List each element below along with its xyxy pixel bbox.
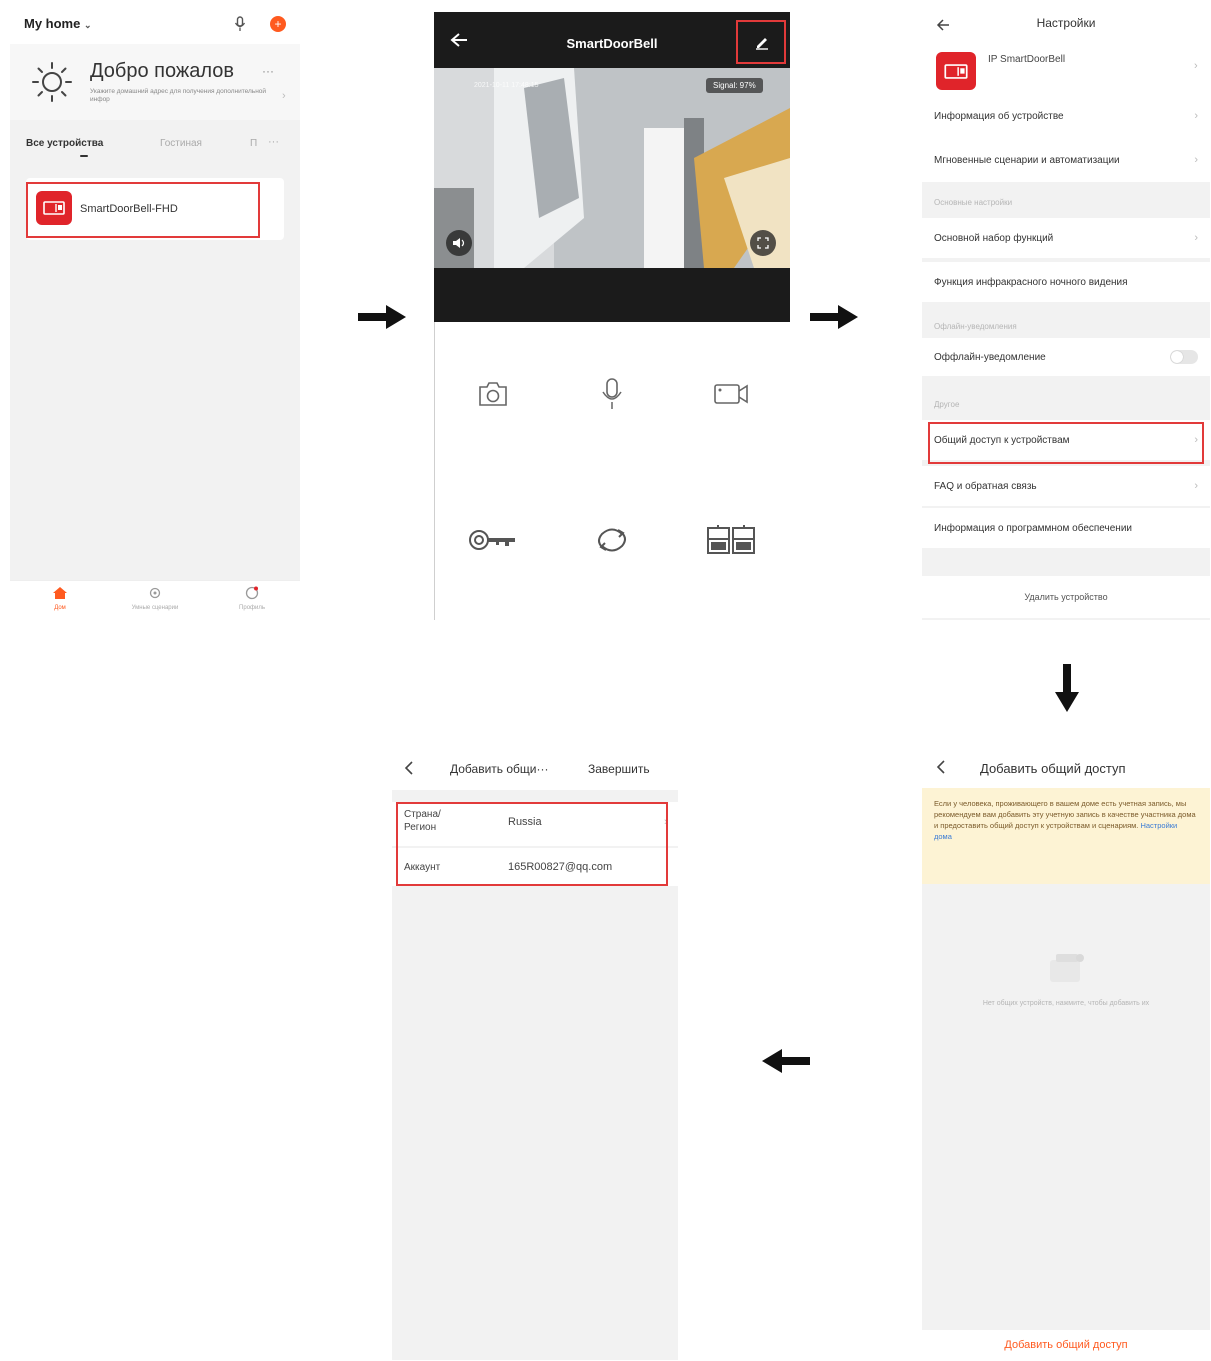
home-screen: My home ⌄ + Добро пожалов ··· Укажите до…	[10, 8, 300, 620]
tab-more[interactable]: П	[250, 138, 257, 149]
chevron-right-icon: ›	[1194, 60, 1198, 72]
add-sharing-screen: Добавить общий доступ Если у человека, п…	[922, 750, 1210, 1360]
add-button[interactable]: +	[270, 16, 286, 32]
highlight-sharing	[928, 422, 1204, 464]
fullscreen-icon[interactable]	[750, 230, 776, 256]
nav-profile[interactable]: Профиль	[232, 586, 272, 611]
timestamp: 2021-10-11 17:48:15	[474, 82, 539, 89]
settings-row-basic-functions[interactable]: Основной набор функций ›	[922, 218, 1210, 258]
arrow-left-icon	[762, 1048, 810, 1079]
chevron-right-icon: ›	[1194, 110, 1198, 122]
tab-active-indicator	[80, 155, 88, 157]
settings-row-faq[interactable]: FAQ и обратная связь ›	[922, 466, 1210, 506]
offline-toggle[interactable]	[1170, 350, 1198, 364]
notice-text: Если у человека, проживающего в вашем до…	[934, 798, 1196, 842]
weather-sun-icon	[30, 60, 74, 109]
toggle-knob	[1171, 351, 1183, 363]
welcome-title: Добро пожалов	[90, 60, 235, 82]
settings-row-device-info[interactable]: Информация об устройстве ›	[922, 102, 1210, 130]
home-icon	[53, 587, 67, 599]
settings-row-night-vision[interactable]: Функция инфракрасного ночного видения	[922, 262, 1210, 302]
scene-icon	[149, 587, 161, 599]
arrow-down-icon	[1054, 664, 1080, 717]
form-title: Добавить общи···	[450, 762, 549, 776]
empty-state-icon	[1044, 950, 1088, 991]
back-chevron-icon[interactable]	[404, 761, 414, 780]
tab-living-room[interactable]: Гостиная	[160, 138, 202, 149]
row-label: Основной набор функций	[934, 232, 1054, 244]
empty-state-text: Нет общих устройств, нажмите, чтобы доба…	[982, 1000, 1150, 1007]
settings-title: Настройки	[1036, 16, 1096, 30]
settings-row-scenes[interactable]: Мгновенные сценарии и автоматизации ›	[922, 146, 1210, 174]
row-label: Оффлайн-уведомление	[934, 351, 1046, 363]
done-button[interactable]: Завершить	[588, 762, 650, 776]
settings-screen: Настройки IP SmartDoorBell › Информация …	[922, 6, 1210, 620]
highlight-form	[396, 802, 668, 886]
chevron-right-icon: ›	[1194, 154, 1198, 166]
home-selector[interactable]: My home ⌄	[24, 16, 92, 31]
row-label: Мгновенные сценарии и автоматизации	[934, 154, 1120, 166]
nav-scenes[interactable]: Умные сценарии	[120, 586, 190, 611]
section-offline: Офлайн-уведомления	[934, 322, 1017, 331]
section-basic-settings: Основные настройки	[934, 198, 1013, 207]
flip-button[interactable]	[553, 480, 671, 600]
key-icon	[469, 530, 515, 550]
nav-home-label: Дом	[54, 605, 66, 611]
profile-icon	[245, 586, 259, 600]
remove-device-label: Удалить устройство	[1024, 592, 1108, 602]
chevron-right-icon: ›	[1194, 480, 1198, 492]
arrow-right-icon	[358, 304, 406, 335]
flip-icon	[598, 528, 626, 552]
camera-screen-divider	[434, 322, 435, 620]
video-feed[interactable]	[434, 68, 790, 268]
tabs-menu-icon[interactable]: ···	[268, 136, 279, 148]
remove-device-button[interactable]: Удалить устройство	[922, 576, 1210, 618]
chevron-right-icon: ›	[282, 90, 286, 102]
more-icon[interactable]: ···	[262, 64, 274, 78]
device-label: IP SmartDoorBell	[988, 54, 1066, 65]
screenshot-button[interactable]	[434, 334, 552, 454]
gallery-icon	[707, 525, 755, 554]
row-label: Функция инфракрасного ночного видения	[934, 276, 1128, 288]
microphone-icon[interactable]	[234, 16, 246, 32]
tab-all-devices[interactable]: Все устройства	[26, 138, 103, 149]
camera-screen: SmartDoorBell 2021-10-11 17:48:15 Signal…	[434, 12, 790, 620]
row-label: FAQ и обратная связь	[934, 480, 1037, 492]
settings-row-firmware[interactable]: Информация о программном обеспечении	[922, 508, 1210, 548]
nav-scenes-label: Умные сценарии	[131, 605, 179, 611]
welcome-subtitle[interactable]: Укажите домашний адрес для получения доп…	[90, 88, 270, 104]
highlight-edit	[736, 20, 786, 64]
record-button[interactable]	[672, 334, 790, 454]
device-icon	[936, 52, 976, 90]
settings-row-offline: Оффлайн-уведомление	[922, 338, 1210, 376]
row-label: Информация о программном обеспечении	[934, 522, 1132, 534]
video-record-icon	[714, 384, 748, 404]
speaker-icon[interactable]	[446, 230, 472, 256]
nav-home[interactable]: Дом	[40, 586, 80, 611]
nav-profile-label: Профиль	[239, 605, 265, 611]
back-chevron-icon[interactable]	[936, 760, 946, 779]
section-other: Другое	[934, 400, 960, 409]
signal-badge: Signal: 97%	[706, 78, 763, 93]
gallery-button[interactable]	[672, 480, 790, 600]
unlock-button[interactable]	[434, 480, 552, 600]
chevron-right-icon: ›	[1194, 232, 1198, 244]
talk-button[interactable]	[553, 334, 671, 454]
add-sharing-title: Добавить общий доступ	[980, 761, 1126, 776]
row-label: Информация об устройстве	[934, 110, 1064, 122]
highlight-device	[26, 182, 260, 238]
microphone-icon	[602, 378, 622, 409]
home-title: My home	[24, 16, 81, 31]
add-sharing-label: Добавить общий доступ	[1004, 1339, 1128, 1351]
camera-icon	[479, 382, 507, 406]
arrow-right-icon	[810, 304, 858, 335]
add-sharing-button[interactable]: Добавить общий доступ	[922, 1330, 1210, 1360]
chevron-down-icon: ⌄	[83, 20, 92, 30]
